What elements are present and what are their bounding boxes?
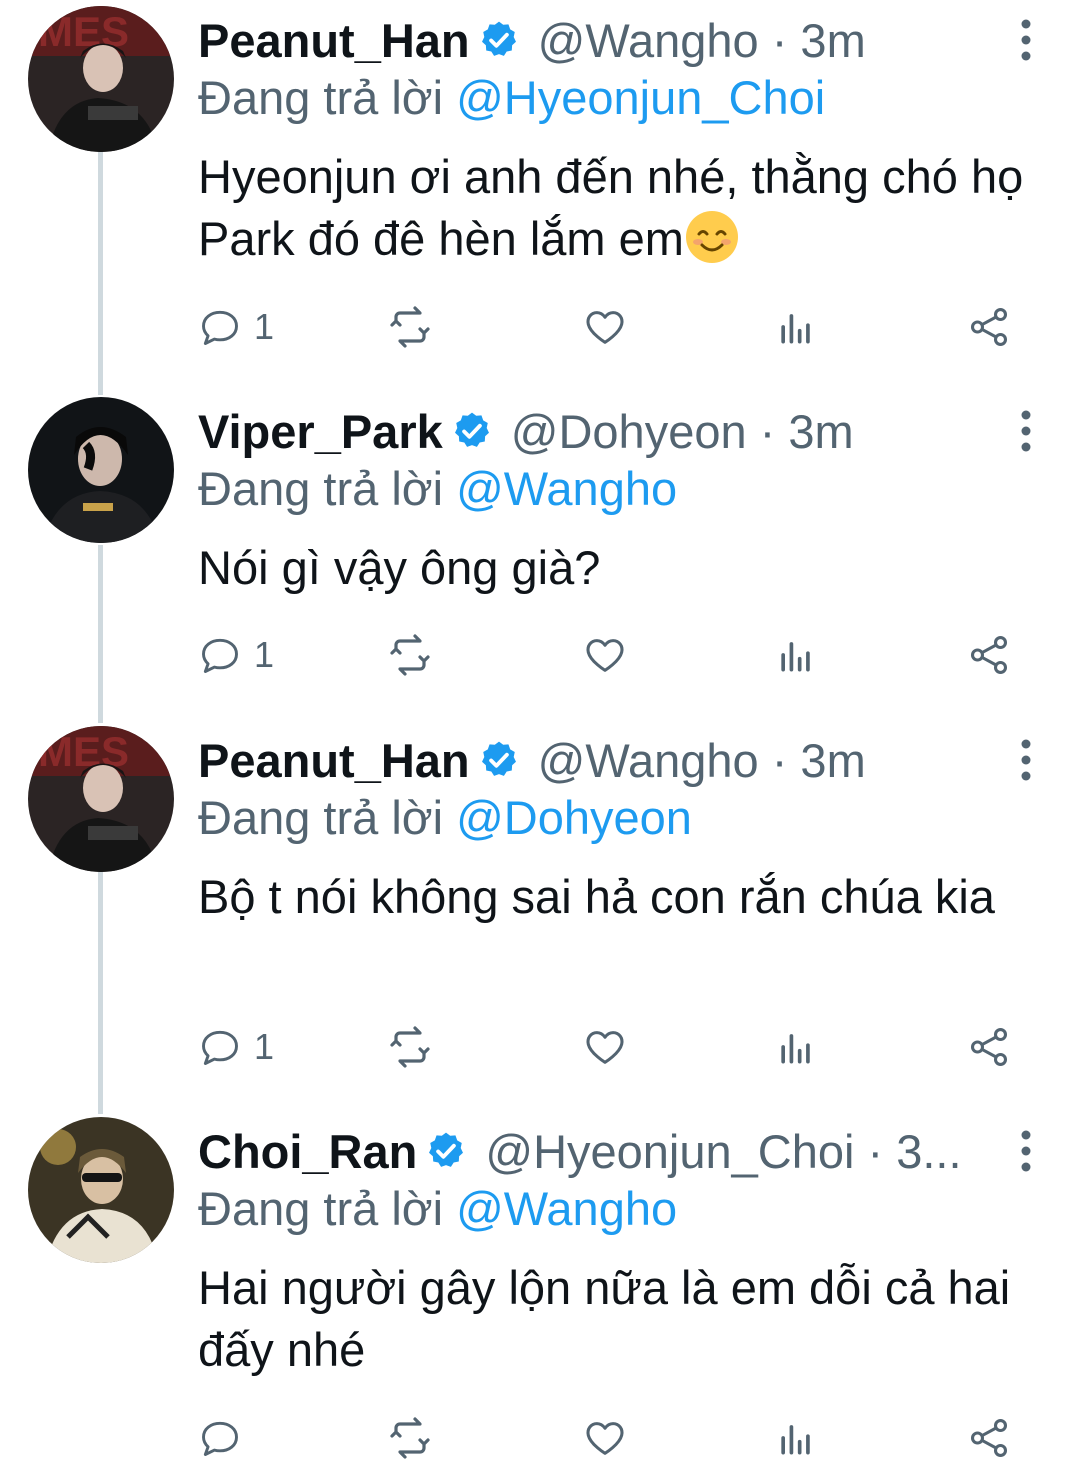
share-icon — [970, 1419, 1008, 1457]
analytics-icon — [781, 314, 810, 344]
views-button[interactable] — [774, 628, 818, 682]
reply-button[interactable] — [198, 1411, 254, 1465]
display-name[interactable]: Viper_Park — [198, 404, 443, 459]
avatar[interactable]: MES — [28, 6, 174, 152]
handle-time: @Hyeonjun_Choi · 3... — [485, 1124, 962, 1178]
reply-count: 1 — [254, 306, 275, 347]
handle-time: @Dohyeon · 3m — [510, 404, 854, 458]
heart-icon — [586, 311, 624, 344]
replying-to: Đang trả lời @Wangho — [198, 1181, 677, 1236]
like-button[interactable] — [582, 300, 628, 354]
display-name[interactable]: Choi_Ran — [198, 1124, 417, 1179]
reply-prefix: Đang trả lời — [198, 791, 457, 844]
more-vertical-icon[interactable] — [1016, 738, 1036, 782]
reply-bubble-icon — [202, 310, 238, 345]
views-button[interactable] — [774, 300, 818, 354]
views-button[interactable] — [774, 1411, 818, 1465]
heart-icon — [586, 1031, 624, 1064]
tweet[interactable]: MES Peanut_Han @Wangho · 3m Đang trả lời… — [0, 724, 1080, 1094]
replying-to: Đang trả lời @Wangho — [198, 461, 677, 516]
display-name[interactable]: Peanut_Han — [198, 733, 470, 788]
avatar[interactable] — [28, 397, 174, 543]
verified-badge-icon — [451, 410, 493, 452]
share-icon — [970, 308, 1008, 346]
tweet[interactable]: MES Peanut_Han @Wangho · 3m Đang trả lời… — [0, 4, 1080, 374]
views-button[interactable] — [774, 1020, 818, 1074]
tweet[interactable]: Choi_Ran @Hyeonjun_Choi · 3... Đang trả … — [0, 1115, 1080, 1462]
tweet-text: Hyeonjun ơi anh đến nhé, thằng chó họ Pa… — [198, 146, 1038, 270]
analytics-icon — [781, 642, 810, 672]
reply-bubble-icon — [202, 1030, 238, 1065]
share-button[interactable] — [966, 1020, 1012, 1074]
more-vertical-icon[interactable] — [1016, 1129, 1036, 1173]
share-button[interactable] — [966, 1411, 1012, 1465]
share-icon — [970, 636, 1008, 674]
reply-count: 1 — [254, 634, 275, 675]
reply-bubble-icon — [202, 638, 238, 673]
reply-button[interactable]: 1 — [198, 300, 274, 354]
analytics-icon — [781, 1425, 810, 1455]
reply-button[interactable]: 1 — [198, 1020, 274, 1074]
verified-badge-icon — [478, 19, 520, 61]
replying-to: Đang trả lời @Dohyeon — [198, 790, 692, 845]
heart-icon — [586, 639, 624, 672]
retweet-icon — [390, 634, 430, 676]
retweet-button[interactable] — [386, 300, 434, 354]
tweet-actions: 1 — [198, 300, 1028, 354]
tweet-text-content: Hyeonjun ơi anh đến nhé, thằng chó họ Pa… — [198, 150, 1024, 265]
retweet-icon — [390, 306, 430, 348]
reply-prefix: Đang trả lời — [198, 462, 457, 515]
display-name[interactable]: Peanut_Han — [198, 13, 470, 68]
handle-time: @Wangho · 3m — [537, 733, 866, 787]
share-button[interactable] — [966, 300, 1012, 354]
verified-badge-icon — [478, 739, 520, 781]
analytics-icon — [781, 1034, 810, 1064]
mention-link[interactable]: @Dohyeon — [456, 791, 692, 844]
tweet-text: Nói gì vậy ông già? — [198, 541, 601, 594]
smiling-face-emoji — [685, 211, 738, 263]
reply-bubble-icon — [202, 1421, 238, 1456]
share-button[interactable] — [966, 628, 1012, 682]
like-button[interactable] — [582, 1020, 628, 1074]
verified-badge-icon — [425, 1130, 467, 1172]
reply-prefix: Đang trả lời — [198, 71, 457, 124]
more-vertical-icon[interactable] — [1016, 409, 1036, 453]
reply-count: 1 — [254, 1026, 275, 1067]
retweet-button[interactable] — [386, 1411, 434, 1465]
tweet-actions — [198, 1411, 1028, 1465]
retweet-icon — [390, 1026, 430, 1068]
tweet-text: Hai người gây lộn nữa là em dỗi cả hai đ… — [198, 1261, 1011, 1376]
avatar[interactable] — [28, 1117, 174, 1263]
reply-button[interactable]: 1 — [198, 628, 274, 682]
tweet-actions: 1 — [198, 1020, 1028, 1074]
tweet-text: Bộ t nói không sai hả con rắn chúa kia — [198, 870, 995, 923]
retweet-icon — [390, 1417, 430, 1459]
more-vertical-icon[interactable] — [1016, 18, 1036, 62]
share-icon — [970, 1028, 1008, 1066]
like-button[interactable] — [582, 1411, 628, 1465]
tweet[interactable]: Viper_Park @Dohyeon · 3m Đang trả lời @W… — [0, 395, 1080, 705]
retweet-button[interactable] — [386, 1020, 434, 1074]
retweet-button[interactable] — [386, 628, 434, 682]
reply-prefix: Đang trả lời — [198, 1182, 457, 1235]
replying-to: Đang trả lời @Hyeonjun_Choi — [198, 70, 825, 125]
like-button[interactable] — [582, 628, 628, 682]
avatar[interactable]: MES — [28, 726, 174, 872]
mention-link[interactable]: @Hyeonjun_Choi — [456, 71, 825, 124]
tweet-actions: 1 — [198, 628, 1028, 682]
handle-time: @Wangho · 3m — [537, 13, 866, 67]
mention-link[interactable]: @Wangho — [456, 1182, 677, 1235]
mention-link[interactable]: @Wangho — [456, 462, 677, 515]
heart-icon — [586, 1422, 624, 1455]
